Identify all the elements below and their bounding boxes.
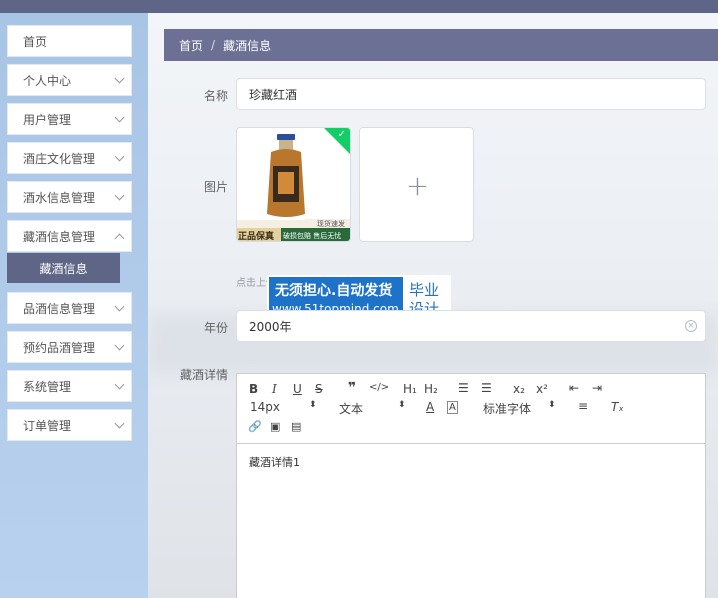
sidebar-item-label: 酒庄文化管理 <box>23 151 96 166</box>
sidebar-item-system[interactable]: 系统管理 <box>7 370 132 402</box>
chevron-down-icon <box>114 301 125 311</box>
clear-format-icon[interactable]: Tₓ <box>611 400 624 414</box>
sidebar-item-personal-center[interactable]: 个人中心 <box>7 64 132 96</box>
watermark-line1: 无须担心.自动发货 <box>275 283 393 299</box>
image-badge-right-bottom: 破损包赔 售后无忧 <box>283 232 342 240</box>
top-bar <box>0 0 718 13</box>
chevron-down-icon <box>114 233 125 243</box>
sidebar-item-label: 藏酒信息管理 <box>23 229 96 244</box>
editor-content[interactable]: 藏酒详情1 <box>249 454 300 470</box>
sidebar-item-user-management[interactable]: 用户管理 <box>7 103 132 135</box>
sidebar-item-label: 首页 <box>23 34 48 49</box>
indent-icon[interactable]: ⇥ <box>592 381 602 395</box>
chevron-down-icon <box>114 73 125 83</box>
name-input[interactable]: 珍藏红酒 <box>236 78 706 110</box>
sidebar-item-tasting-reservation[interactable]: 预约品酒管理 <box>7 331 132 363</box>
chevron-down-icon <box>114 151 125 161</box>
heading2-icon[interactable]: H₂ <box>424 382 438 396</box>
watermark-right1: 毕业 <box>409 281 440 299</box>
chevron-updown-icon: ⬍ <box>548 400 556 410</box>
plus-icon: + <box>405 169 430 202</box>
sidebar-item-label: 用户管理 <box>23 112 72 127</box>
sidebar: 首页 个人中心 用户管理 酒庄文化管理 酒水信息管理 藏酒信息管理 藏酒信息 品… <box>0 13 148 598</box>
subscript-icon[interactable]: x₂ <box>513 382 525 396</box>
heading1-icon[interactable]: H₁ <box>403 382 417 396</box>
italic-icon[interactable]: I <box>272 382 277 396</box>
sidebar-item-label: 品酒信息管理 <box>23 301 96 316</box>
background-color-icon[interactable]: A <box>447 401 458 414</box>
header-select[interactable]: 文本 <box>339 400 363 417</box>
superscript-icon[interactable]: x² <box>536 382 548 396</box>
year-label: 年份 <box>203 321 228 335</box>
chevron-down-icon <box>114 418 125 428</box>
breadcrumb-home[interactable]: 首页 <box>179 37 203 54</box>
sidebar-item-label: 订单管理 <box>23 418 72 433</box>
sidebar-item-orders[interactable]: 订单管理 <box>7 409 132 441</box>
strikethrough-icon[interactable]: S <box>315 382 323 396</box>
chevron-updown-icon: ⬍ <box>309 400 317 410</box>
sidebar-item-label: 酒水信息管理 <box>23 190 96 205</box>
uploaded-image[interactable]: 正品保真 现货速发 破损包赔 售后无忧 ✓ <box>236 127 351 242</box>
text-color-icon[interactable]: A <box>426 400 434 414</box>
check-icon: ✓ <box>337 129 346 140</box>
underline-icon[interactable]: U <box>293 382 302 396</box>
font-size-select[interactable]: 14px <box>250 400 280 414</box>
image-label: 图片 <box>203 180 228 194</box>
detail-label: 藏酒详情 <box>179 368 228 382</box>
sidebar-item-label: 预约品酒管理 <box>23 340 96 355</box>
editor-toolbar: B I U S ❞ </> H₁ H₂ ☰ ☰ x₂ x² ⇤ ⇥ 14px ⬍… <box>237 374 705 444</box>
outdent-icon[interactable]: ⇤ <box>569 381 579 395</box>
rich-text-editor[interactable]: B I U S ❞ </> H₁ H₂ ☰ ☰ x₂ x² ⇤ ⇥ 14px ⬍… <box>236 373 706 598</box>
ordered-list-icon[interactable]: ☰ <box>458 381 469 395</box>
breadcrumb-current: 藏酒信息 <box>223 38 272 53</box>
video-icon[interactable]: ▤ <box>291 420 301 433</box>
sidebar-item-collection-info[interactable]: 藏酒信息管理 <box>7 220 132 252</box>
sidebar-item-wine-info[interactable]: 酒水信息管理 <box>7 181 132 213</box>
chevron-down-icon <box>114 379 125 389</box>
sidebar-item-tasting-info[interactable]: 品酒信息管理 <box>7 292 132 324</box>
font-family-select[interactable]: 标准字体 <box>483 400 531 417</box>
sidebar-item-label: 个人中心 <box>23 73 72 88</box>
image-badge-left: 正品保真 <box>238 232 275 242</box>
bold-icon[interactable]: B <box>249 382 258 396</box>
image-icon[interactable]: ▣ <box>270 420 280 433</box>
link-icon[interactable]: 🔗 <box>248 420 262 433</box>
name-label: 名称 <box>203 89 228 103</box>
chevron-down-icon <box>114 340 125 350</box>
sidebar-subitem-collection[interactable]: 藏酒信息 <box>7 253 120 283</box>
code-icon[interactable]: </> <box>369 382 389 393</box>
breadcrumb-separator: / <box>211 38 216 52</box>
breadcrumb: 首页 / 藏酒信息 <box>164 29 718 61</box>
sidebar-item-winery-culture[interactable]: 酒庄文化管理 <box>7 142 132 174</box>
image-badge-right-top: 现货速发 <box>317 220 345 228</box>
upload-add-button[interactable]: + <box>359 127 474 242</box>
year-value: 2000年 <box>249 319 292 334</box>
sidebar-item-label: 系统管理 <box>23 379 72 394</box>
blockquote-icon[interactable]: ❞ <box>348 380 356 396</box>
sidebar-item-home[interactable]: 首页 <box>7 25 132 57</box>
chevron-down-icon <box>114 190 125 200</box>
bullet-list-icon[interactable]: ☰ <box>481 381 492 395</box>
year-input[interactable]: 2000年 × <box>236 310 706 342</box>
chevron-updown-icon: ⬍ <box>398 400 406 410</box>
clear-icon[interactable]: × <box>685 320 697 332</box>
main-content: 首页 / 藏酒信息 名称 珍藏红酒 图片 正品保真 现货速发 破损包赔 售后无忧… <box>148 13 718 598</box>
chevron-down-icon <box>114 112 125 122</box>
align-icon[interactable]: ≡ <box>578 399 588 413</box>
